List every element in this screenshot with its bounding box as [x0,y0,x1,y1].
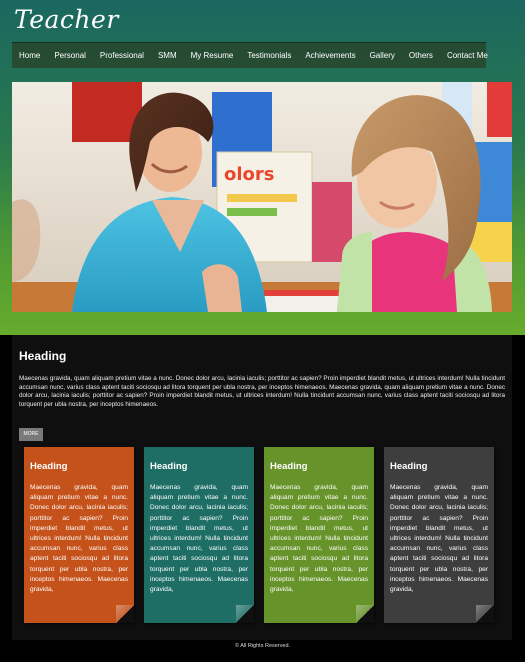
card-heading: Heading [30,461,68,472]
nav-item-professional[interactable]: Professional [93,43,151,68]
nav-item-testimonials[interactable]: Testimonials [240,43,298,68]
nav-item-home[interactable]: Home [12,43,47,68]
card-heading: Heading [390,461,428,472]
feature-card-3[interactable]: Heading Maecenas gravida, quam aliquam p… [264,447,374,623]
nav-item-achievements[interactable]: Achievements [298,43,362,68]
card-heading: Heading [150,461,188,472]
nav-item-smm[interactable]: SMM [151,43,184,68]
footer-copyright: © All Rights Reserved. [234,643,291,649]
feature-card-4[interactable]: Heading Maecenas gravida, quam aliquam p… [384,447,494,623]
card-text: Maecenas gravida, quam aliquam pretium v… [30,484,128,594]
nav-item-contact-me[interactable]: Contact Me [440,43,495,68]
page-curl [476,605,494,623]
feature-card-1[interactable]: Heading Maecenas gravida, quam aliquam p… [24,447,134,623]
content-area: Heading Maecenas gravida, quam aliquam p… [12,335,512,640]
page-curl [236,605,254,623]
main-nav: Home Personal Professional SMM My Resume… [12,42,488,68]
nav-item-personal[interactable]: Personal [47,43,93,68]
page: Teacher Home Personal Professional SMM M… [0,0,525,662]
site-logo[interactable]: Teacher [14,5,119,34]
section-heading: Heading [19,349,67,363]
card-text: Maecenas gravida, quam aliquam pretium v… [150,484,248,594]
nav-item-my-resume[interactable]: My Resume [184,43,241,68]
page-curl [356,605,374,623]
more-button[interactable]: MORE [19,428,43,441]
intro-paragraph: Maecenas gravida, quam aliquam pretium v… [19,375,505,408]
wall-sign-text: olors [224,164,275,185]
card-text: Maecenas gravida, quam aliquam pretium v… [270,484,368,594]
card-text: Maecenas gravida, quam aliquam pretium v… [390,484,488,594]
card-heading: Heading [270,461,308,472]
nav-item-gallery[interactable]: Gallery [363,43,402,68]
nav-item-others[interactable]: Others [402,43,440,68]
hero-image: olors [12,82,512,312]
feature-card-2[interactable]: Heading Maecenas gravida, quam aliquam p… [144,447,254,623]
page-curl [116,605,134,623]
